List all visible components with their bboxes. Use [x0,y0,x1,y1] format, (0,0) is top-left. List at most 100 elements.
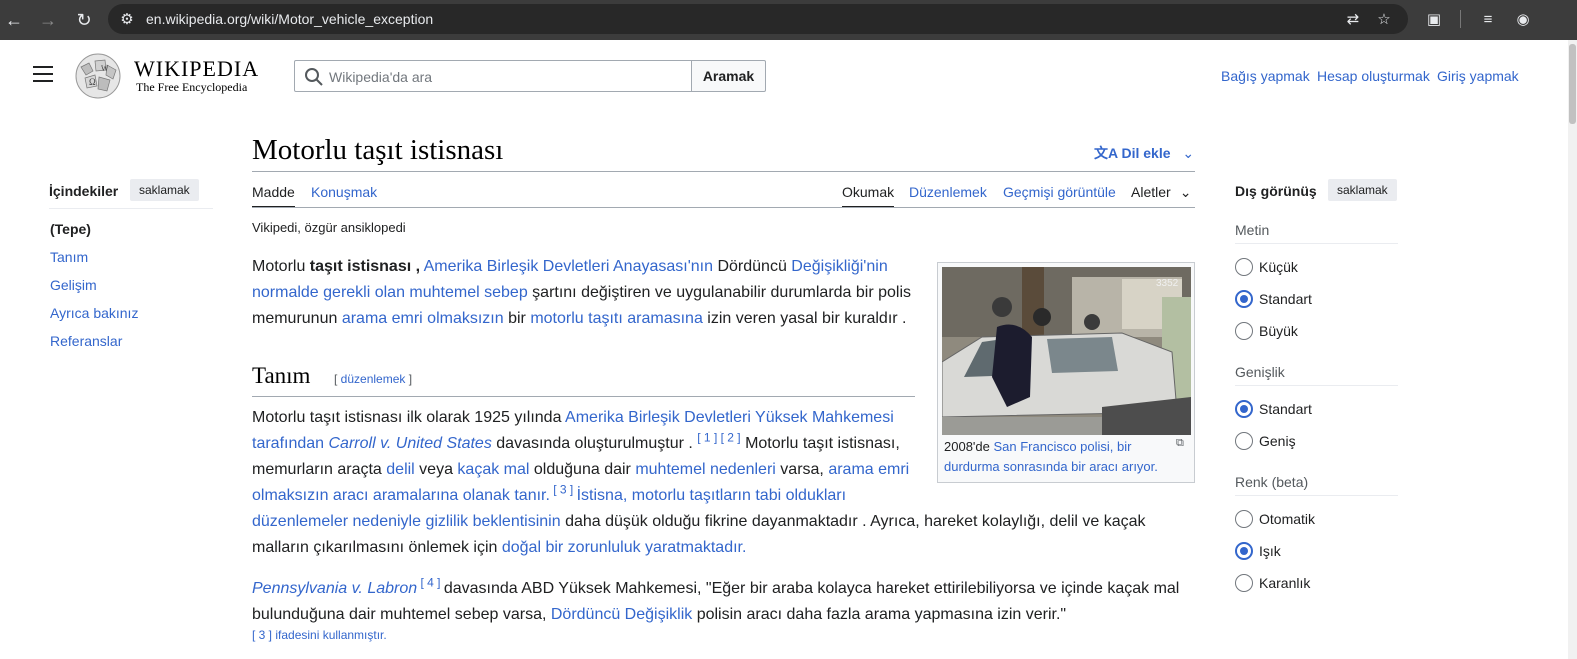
svg-text:W: W [101,64,109,73]
donate-link[interactable]: Bağış yapmak [1221,68,1310,84]
building-number: 3352 [1156,278,1179,289]
translate-icon[interactable]: ⇄ [1342,9,1364,31]
link-search-warrant[interactable]: arama emri [828,461,909,478]
link-privacy-expectation[interactable]: düzenlemeler nedeniyle gizlilik beklenti… [252,513,561,530]
radio-label[interactable]: Küçük [1259,259,1298,275]
tab-edit[interactable]: Düzenlemek [909,184,987,200]
search-button[interactable]: Aramak [691,60,766,92]
radio-text-large[interactable] [1235,322,1253,340]
link-fourth-amendment-2[interactable]: Dördüncü Değişiklik [551,606,692,623]
toc-item-see-also[interactable]: Ayrıca bakınız [50,305,138,321]
link-vehicle-search[interactable]: motorlu taşıtı aramasına [530,310,703,327]
link-fourth-amendment[interactable]: Değişikliği'nin [791,258,887,275]
radio-text-small[interactable] [1235,258,1253,276]
site-info-icon[interactable]: ⚙ [116,9,138,31]
scrollbar-thumb[interactable] [1569,44,1576,124]
section-edit-link[interactable]: [ düzenlemek ] [334,372,412,386]
chevron-down-icon: ⌄ [1179,184,1192,200]
wikipedia-tagline: The Free Encyclopedia [136,80,248,94]
search-box[interactable] [294,60,692,92]
bookmark-star-icon[interactable]: ☆ [1373,9,1395,31]
radio-width-wide[interactable] [1235,432,1253,450]
radio-text-standard[interactable] [1235,290,1253,308]
radio-color-dark[interactable] [1235,574,1253,592]
radio-label[interactable]: Otomatik [1259,511,1315,527]
radio-width-standard[interactable] [1235,400,1253,418]
intro-text: Motorlu [252,258,310,275]
police-search-photo[interactable]: 3352 [942,267,1191,435]
radio-label[interactable]: Standart [1259,401,1312,417]
link-constitution[interactable]: Amerika Birleşik Devletleri Anayasası'nı… [424,258,713,275]
link-supreme-court[interactable]: Amerika Birleşik Devletleri Yüksek Mahke… [565,409,894,426]
radio-color-auto[interactable] [1235,510,1253,528]
radio-color-light[interactable] [1235,542,1253,560]
radio-label[interactable]: Karanlık [1259,575,1310,591]
intro-text: izin veren yasal bir kuraldır . [702,310,907,327]
back-icon[interactable]: ← [2,8,26,32]
link-carroll-case[interactable]: Carroll v. United States [329,435,492,452]
appearance-group-width: Genişlik [1235,364,1285,380]
forward-icon[interactable]: → [36,8,60,32]
section-edit-label[interactable]: düzenlemek [341,372,406,386]
media-icon[interactable]: ≡ [1477,9,1499,31]
tab-tools[interactable]: Aletler ⌄ [1131,184,1191,201]
toolbar-divider [1460,10,1461,28]
extensions-icon[interactable]: ▣ [1423,9,1445,31]
citation-3-line[interactable]: [ 3 ] ifadesini kullanmıştır. [252,628,387,642]
para-text: davasında ABD Yüksek Mahkemesi, "Eğer bi… [443,580,1180,597]
search-input[interactable] [329,67,679,87]
labron-paragraph: Pennsylvania v. Labron [ 4 ] davasında A… [252,576,1192,628]
link-labron-case[interactable]: Pennsylvania v. Labron [252,580,417,597]
link-probable-reasons[interactable]: muhtemel nedenleri [635,461,776,478]
appearance-hide-button[interactable]: saklamak [1328,179,1397,201]
appearance-divider [1235,385,1398,386]
url-text[interactable]: en.wikipedia.org/wiki/Motor_vehicle_exce… [146,11,433,27]
radio-label[interactable]: Standart [1259,291,1312,307]
svg-text:Ω: Ω [89,77,96,87]
link-exigency[interactable]: doğal bir zorunluluk yaratmaktadır. [502,539,747,556]
caption-text: 2008'de [944,439,994,454]
appearance-title: Dış görünüş [1235,183,1317,199]
main-menu-icon[interactable] [33,66,53,82]
radio-label[interactable]: Geniş [1259,433,1296,449]
para-text: varsa, [775,461,829,478]
page-scrollbar[interactable] [1568,40,1577,659]
title-divider [252,171,1195,172]
create-account-link[interactable]: Hesap oluşturmak [1317,68,1430,84]
para-text: memurların araçta [252,461,387,478]
profile-icon[interactable]: ◉ [1512,9,1534,31]
link-search-without-warrant[interactable]: olmaksızın aracı aramalarına olanak tanı… [252,487,550,504]
reload-icon[interactable]: ↻ [72,8,96,32]
intro-text: bir [503,310,531,327]
citation-3[interactable]: [ 3 ] [550,483,577,497]
link-probable-cause[interactable]: normalde gerekli olan muhtemel sebep [252,284,528,301]
para-text: olduğuna dair [529,461,636,478]
tab-article[interactable]: Madde [252,184,295,200]
link-supreme-court-cont[interactable]: tarafından [252,435,329,452]
link-evidence[interactable]: delil [386,461,414,478]
toc-item-references[interactable]: Referanslar [50,333,122,349]
citation-1-2[interactable]: [ 1 ] [ 2 ] [697,431,740,445]
tab-history[interactable]: Geçmişi görüntüle [1003,184,1116,200]
citation-4[interactable]: [ 4 ] [417,576,444,590]
link-exception[interactable]: İstisna, motorlu taşıtların tabi oldukla… [577,487,846,504]
add-language-button[interactable]: 文A Dil ekle ⌄ [1094,143,1194,163]
tab-talk[interactable]: Konuşmak [311,184,377,200]
toc-item-top[interactable]: (Tepe) [50,221,91,237]
search-icon [305,68,323,86]
toc-item-gelisim[interactable]: Gelişim [50,277,97,293]
toc-item-tanim[interactable]: Tanım [50,249,88,265]
tab-read[interactable]: Okumak [842,184,894,200]
enlarge-icon[interactable]: ⧉ [1176,437,1184,450]
radio-label[interactable]: Işık [1259,543,1281,559]
para-text: bulunduğuna dair muhtemel sebep varsa, [252,606,551,623]
toc-hide-button[interactable]: saklamak [130,179,199,201]
wikipedia-globe-logo[interactable]: Ω W [73,53,123,99]
wikipedia-wordmark[interactable]: WIKIPEDIA [134,56,259,82]
radio-label[interactable]: Büyük [1259,323,1298,339]
appearance-group-color: Renk (beta) [1235,474,1309,490]
login-link[interactable]: Giriş yapmak [1437,68,1519,84]
para-text: veya [414,461,458,478]
link-contraband[interactable]: kaçak mal [457,461,529,478]
link-warrantless[interactable]: arama emri olmaksızın [342,310,504,327]
